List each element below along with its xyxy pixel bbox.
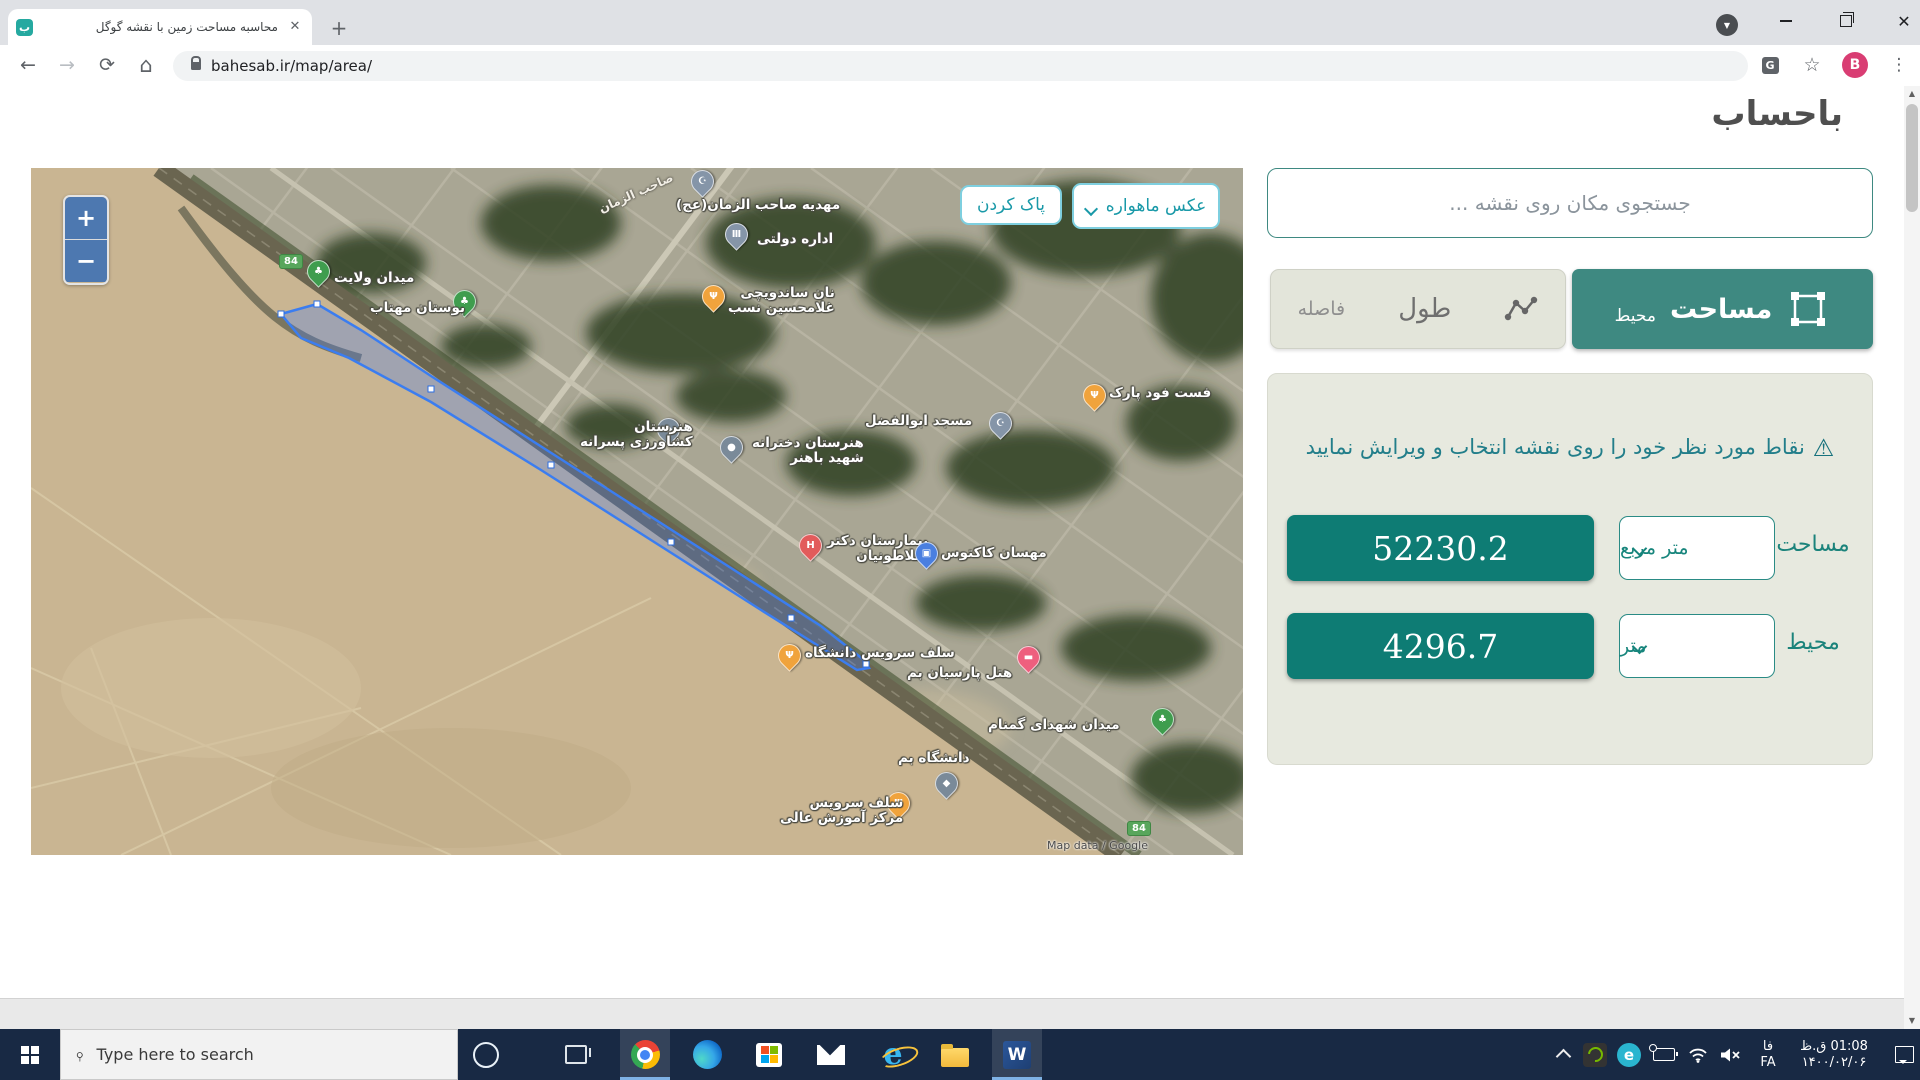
- store-icon: [756, 1043, 782, 1067]
- cortana-icon: [473, 1042, 499, 1068]
- nvidia-icon: [1583, 1043, 1607, 1067]
- tab-distance[interactable]: فاصله: [1298, 298, 1345, 320]
- area-unit-select[interactable]: متر مربع: [1619, 516, 1775, 580]
- zoom-out-button[interactable]: −: [65, 240, 107, 282]
- profile-avatar[interactable]: B: [1840, 50, 1870, 80]
- search-icon: ⌕: [69, 1044, 90, 1065]
- task-view-icon: [565, 1045, 587, 1064]
- window-minimize-button[interactable]: [1763, 0, 1809, 42]
- taskbar-word[interactable]: W: [992, 1029, 1042, 1080]
- browser-tabstrip: ب محاسبه مساحت زمین با نقشه گوگل ✕ + ▼ ✕: [0, 0, 1920, 45]
- page-scrollbar[interactable]: ▲ ▼: [1904, 86, 1920, 1029]
- cortana-button[interactable]: [462, 1029, 510, 1080]
- task-view-button[interactable]: [552, 1029, 600, 1080]
- perimeter-value: 4296.7: [1287, 613, 1594, 679]
- url-text: bahesab.ir/map/area/: [211, 57, 372, 75]
- volume-muted-icon: [1720, 1047, 1742, 1063]
- tab-area-sublabel: محیط: [1615, 306, 1656, 326]
- start-button[interactable]: [0, 1029, 60, 1080]
- action-center-button[interactable]: [1888, 1029, 1920, 1080]
- tab-search-icon[interactable]: ▼: [1716, 14, 1738, 36]
- mail-icon: [817, 1045, 845, 1065]
- eset-icon: e: [1617, 1043, 1641, 1067]
- taskbar-chrome[interactable]: [620, 1029, 670, 1080]
- polygon-area-icon: [1786, 287, 1830, 331]
- map-imagery: [31, 168, 1243, 855]
- area-value: 52230.2: [1287, 515, 1594, 581]
- taskbar-edge[interactable]: [682, 1029, 732, 1080]
- wifi-icon: [1688, 1047, 1708, 1063]
- page-title: باحساب: [1711, 94, 1843, 134]
- tab-area-label: مساحت: [1670, 294, 1772, 325]
- results-panel: ⚠نقاط مورد نظر خود را روی نقشه انتخاب و …: [1267, 373, 1873, 765]
- scroll-down-icon[interactable]: ▼: [1904, 1013, 1920, 1029]
- tab-title: محاسبه مساحت زمین با نقشه گوگل: [41, 20, 278, 34]
- tab-close-icon[interactable]: ✕: [286, 18, 304, 36]
- zoom-in-button[interactable]: +: [65, 197, 107, 239]
- perimeter-unit-select[interactable]: متر: [1619, 614, 1775, 678]
- taskbar-search[interactable]: ⌕ Type here to search: [60, 1029, 458, 1080]
- address-bar[interactable]: bahesab.ir/map/area/: [173, 51, 1748, 81]
- perimeter-label: محیط: [1768, 630, 1858, 655]
- language-indicator[interactable]: فا FA: [1748, 1029, 1788, 1080]
- tray-volume[interactable]: [1714, 1029, 1748, 1080]
- tray-nvidia[interactable]: [1578, 1029, 1612, 1080]
- map-attribution: Map data / Google: [1047, 839, 1148, 852]
- taskbar-ie[interactable]: e: [868, 1029, 918, 1080]
- chevron-down-icon: [1084, 202, 1098, 216]
- page-content: باحساب طول فاصله مساحت محیط ⚠نقاط مو: [0, 86, 1920, 1029]
- map-zoom-control: + −: [63, 195, 109, 285]
- tray-expand-button[interactable]: [1548, 1029, 1578, 1080]
- window-close-button[interactable]: ✕: [1881, 0, 1920, 42]
- battery-icon: [1653, 1048, 1675, 1061]
- bookmark-star-icon[interactable]: ☆: [1797, 50, 1827, 80]
- area-label: مساحت: [1768, 532, 1858, 557]
- warning-icon: ⚠: [1813, 434, 1835, 462]
- taskbar-mail[interactable]: [806, 1029, 856, 1080]
- taskbar-store[interactable]: [744, 1029, 794, 1080]
- tray-battery[interactable]: [1646, 1029, 1682, 1080]
- file-explorer-icon: [941, 1048, 969, 1067]
- edge-icon: [693, 1040, 722, 1069]
- map-search-input[interactable]: [1267, 168, 1873, 238]
- new-tab-button[interactable]: +: [326, 16, 352, 42]
- taskbar-explorer[interactable]: [930, 1029, 980, 1080]
- tray-wifi[interactable]: [1682, 1029, 1714, 1080]
- screen: ب محاسبه مساحت زمین با نقشه گوگل ✕ + ▼ ✕…: [0, 0, 1920, 1080]
- footer-strip: [0, 998, 1904, 1030]
- browser-tab[interactable]: ب محاسبه مساحت زمین با نقشه گوگل ✕: [8, 9, 312, 45]
- layer-select[interactable]: عکس ماهواره: [1072, 183, 1220, 229]
- internet-explorer-icon: e: [883, 1041, 902, 1069]
- chrome-icon: [631, 1040, 660, 1069]
- back-button[interactable]: ←: [11, 48, 45, 82]
- clear-button[interactable]: پاک کردن: [960, 185, 1062, 225]
- tab-length[interactable]: طول: [1398, 294, 1451, 324]
- window-restore-button[interactable]: [1823, 0, 1869, 42]
- tab-area-selected[interactable]: مساحت محیط: [1572, 269, 1873, 349]
- word-icon: W: [1003, 1041, 1031, 1069]
- taskbar-clock[interactable]: 01:08 ق.ظ ۱۴۰۰/۰۲/۰۶: [1788, 1029, 1880, 1080]
- mode-tab-group: طول فاصله: [1270, 269, 1566, 349]
- forward-button[interactable]: →: [50, 48, 84, 82]
- satellite-map[interactable]: ☪مهدیه صاحب الزمان(عج)Ⅲاداره دولتیΨنان س…: [31, 168, 1243, 855]
- polyline-icon: [1504, 296, 1538, 322]
- lock-icon: [191, 62, 201, 70]
- tray-eset[interactable]: e: [1612, 1029, 1646, 1080]
- home-button[interactable]: ⌂: [129, 48, 163, 82]
- clock-time: 01:08 ق.ظ: [1800, 1039, 1868, 1055]
- chevron-up-icon: [1555, 1049, 1571, 1065]
- reload-button[interactable]: ⟳: [90, 48, 124, 82]
- browser-menu-icon[interactable]: ⋮: [1884, 50, 1914, 80]
- scroll-up-icon[interactable]: ▲: [1904, 86, 1920, 102]
- notification-icon: [1895, 1046, 1914, 1063]
- taskbar: ⌕ Type here to search e W e: [0, 1029, 1920, 1080]
- site-favicon-icon: ب: [16, 19, 33, 36]
- translate-icon[interactable]: G: [1755, 50, 1785, 80]
- clock-date: ۱۴۰۰/۰۲/۰۶: [1802, 1055, 1867, 1071]
- scrollbar-thumb[interactable]: [1906, 104, 1918, 212]
- windows-logo-icon: [21, 1046, 39, 1064]
- instruction-text: ⚠نقاط مورد نظر خود را روی نقشه انتخاب و …: [1268, 432, 1872, 460]
